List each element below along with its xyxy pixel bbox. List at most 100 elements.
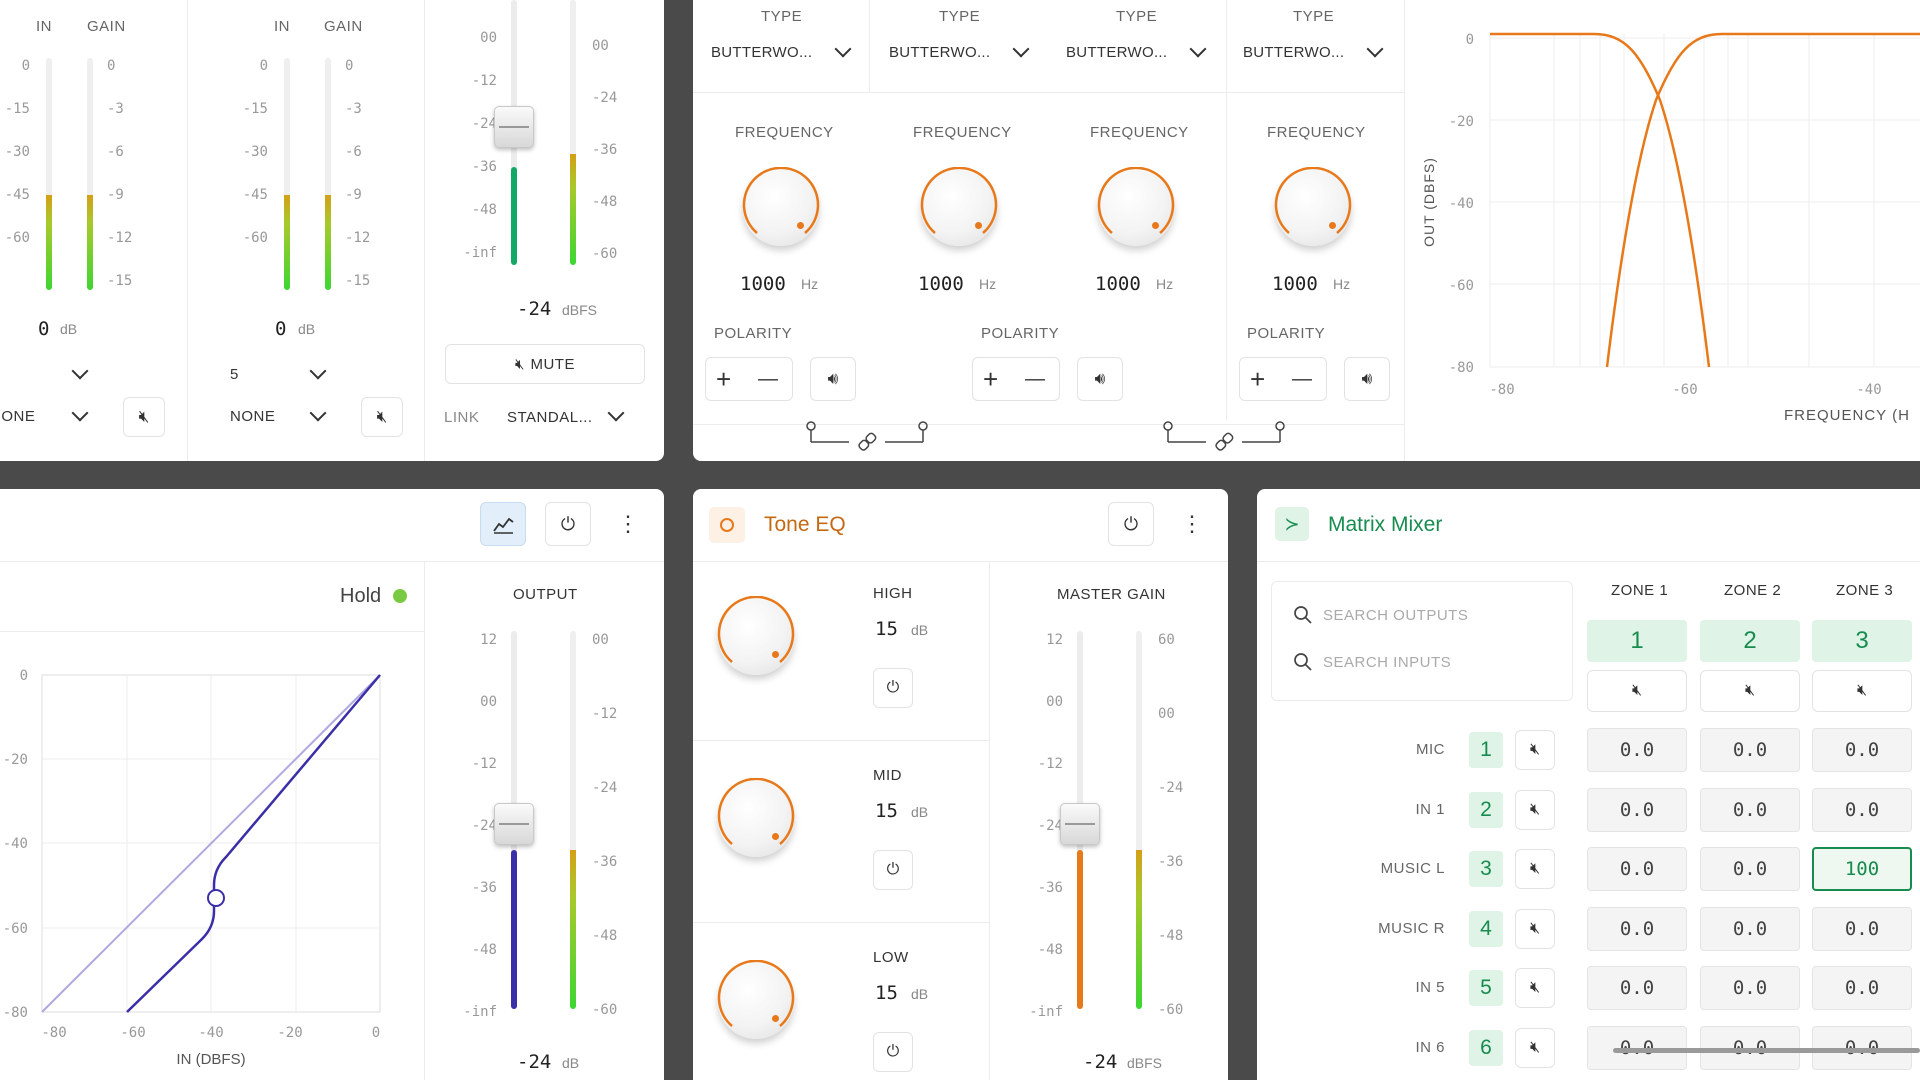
input-mute-button[interactable]: 🔇︎	[1515, 730, 1555, 770]
threshold-handle[interactable]	[207, 889, 225, 907]
input-number[interactable]: 4	[1469, 910, 1503, 947]
ch1-select-2[interactable]: NONE	[0, 402, 100, 432]
matrix-cell[interactable]: 0.0	[1587, 728, 1687, 772]
fader-thumb[interactable]	[494, 803, 534, 845]
search-inputs-placeholder: SEARCH INPUTS	[1323, 654, 1452, 671]
frequency-knob[interactable]	[1097, 167, 1175, 246]
matrix-cell[interactable]: 0.0	[1587, 906, 1687, 951]
matrix-cell[interactable]: 0.0	[1587, 966, 1687, 1010]
link-chain-icon[interactable]	[1162, 418, 1292, 454]
speaker-button[interactable]: 🔊︎	[1077, 357, 1123, 401]
polarity-toggle[interactable]: + —	[705, 357, 793, 401]
ch1-select-1[interactable]	[0, 360, 100, 390]
matrix-cell[interactable]: 0.0	[1700, 906, 1800, 951]
matrix-cell[interactable]: 0.0	[1587, 787, 1687, 832]
polarity-plus[interactable]: +	[716, 364, 731, 395]
matrix-cell[interactable]: 0.0	[1812, 906, 1912, 951]
polarity-toggle[interactable]: + —	[1239, 357, 1327, 401]
mute-button[interactable]: 🔇︎ MUTE	[445, 344, 645, 384]
matrix-cell[interactable]: 0.0	[1812, 728, 1912, 772]
type-select[interactable]: BUTTERWO...	[887, 38, 1037, 68]
tick-label: 0	[345, 58, 354, 74]
xtick: -80	[1489, 382, 1514, 398]
speaker-button[interactable]: 🔊︎	[1344, 357, 1390, 401]
horizontal-scrollbar[interactable]	[1613, 1048, 1920, 1053]
band-power-button[interactable]: ⏻	[873, 1032, 913, 1072]
polarity-plus[interactable]: +	[1250, 364, 1265, 395]
ch2-mute-button[interactable]: 🔇︎	[361, 397, 403, 437]
polarity-minus[interactable]: —	[758, 368, 778, 391]
input-mute-button[interactable]: 🔇︎	[1515, 789, 1555, 830]
input-mute-button[interactable]: 🔇︎	[1515, 968, 1555, 1008]
polarity-toggle[interactable]: + —	[972, 357, 1060, 401]
ch2-select-1[interactable]: 5	[228, 360, 338, 390]
search-outputs[interactable]: SEARCH OUTPUTS	[1293, 601, 1553, 631]
matrix-cell[interactable]: 0.0	[1587, 847, 1687, 891]
zone-mute-button[interactable]: 🔇︎	[1587, 670, 1687, 712]
speaker-button[interactable]: 🔊︎	[810, 357, 856, 401]
power-button[interactable]: ⏻	[1108, 502, 1154, 546]
input-number[interactable]: 3	[1469, 851, 1503, 887]
tick-label: 0	[107, 58, 116, 74]
band-power-button[interactable]: ⏻	[873, 850, 913, 890]
band-knob[interactable]	[717, 960, 795, 1039]
graph-view-button[interactable]	[480, 502, 526, 546]
zone-mute-button[interactable]: 🔇︎	[1700, 670, 1800, 712]
link-chain-icon[interactable]	[805, 418, 935, 454]
ch1-mute-button[interactable]: 🔇︎	[123, 397, 165, 437]
search-icon	[1294, 653, 1312, 671]
tick-label: -36	[471, 880, 497, 896]
zone-number[interactable]: 1	[1587, 620, 1687, 662]
type-select[interactable]: BUTTERWO...	[1064, 38, 1214, 68]
fader-unit: dBFS	[1127, 1055, 1163, 1071]
input-mute-button[interactable]: 🔇︎	[1515, 1027, 1555, 1068]
speaker-icon: 🔊︎	[827, 369, 839, 388]
band-power-button[interactable]: ⏻	[873, 668, 913, 708]
fader-thumb[interactable]	[1060, 803, 1100, 845]
input-number[interactable]: 5	[1469, 970, 1503, 1006]
zone-mute-button[interactable]: 🔇︎	[1812, 670, 1912, 712]
band-knob[interactable]	[717, 778, 795, 857]
frequency-knob[interactable]	[742, 167, 820, 246]
matrix-cell[interactable]: 0.0	[1700, 847, 1800, 891]
input-number[interactable]: 6	[1469, 1029, 1503, 1066]
type-select[interactable]: BUTTERWO...	[709, 38, 859, 68]
select-value: NONE	[230, 408, 276, 425]
type-select[interactable]: BUTTERWO...	[1241, 38, 1391, 68]
matrix-cell[interactable]: 0.0	[1700, 728, 1800, 772]
matrix-cell[interactable]: 0.0	[1812, 966, 1912, 1010]
matrix-cell[interactable]: 0.0	[1812, 787, 1912, 832]
speaker-mute-icon: 🔇︎	[1631, 682, 1643, 699]
link-select[interactable]: STANDAL...	[505, 402, 635, 432]
frequency-knob[interactable]	[920, 167, 998, 246]
matrix-cell[interactable]: 100	[1812, 847, 1912, 891]
ch2-select-2[interactable]: NONE	[228, 402, 338, 432]
more-menu-icon[interactable]: ⋮	[1181, 509, 1203, 539]
type-label: TYPE	[939, 8, 981, 25]
power-button[interactable]: ⏻	[545, 502, 591, 546]
input-mute-button[interactable]: 🔇︎	[1515, 908, 1555, 949]
polarity-plus[interactable]: +	[983, 364, 998, 395]
input-number[interactable]: 1	[1469, 732, 1503, 768]
polarity-minus[interactable]: —	[1025, 368, 1045, 391]
select-value: 5	[230, 366, 239, 383]
polarity-minus[interactable]: —	[1292, 368, 1312, 391]
frequency-label: FREQUENCY	[735, 124, 834, 141]
input-number[interactable]: 2	[1469, 791, 1503, 828]
speaker-mute-icon: 🔇︎	[1529, 979, 1541, 996]
more-menu-icon[interactable]: ⋮	[617, 509, 639, 539]
type-label: TYPE	[1116, 8, 1158, 25]
zone-number[interactable]: 2	[1700, 620, 1800, 662]
knob-indicator	[1329, 222, 1336, 229]
master-gain-label: MASTER GAIN	[1057, 586, 1166, 603]
fader-thumb[interactable]	[494, 106, 534, 148]
frequency-knob[interactable]	[1274, 167, 1352, 246]
speaker-mute-icon: 🔇︎	[1529, 1038, 1541, 1056]
matrix-cell[interactable]: 0.0	[1700, 966, 1800, 1010]
band-knob[interactable]	[717, 596, 795, 675]
zone-number[interactable]: 3	[1812, 620, 1912, 662]
knob-indicator	[772, 833, 779, 840]
search-inputs[interactable]: SEARCH INPUTS	[1293, 648, 1553, 678]
input-mute-button[interactable]: 🔇︎	[1515, 849, 1555, 889]
matrix-cell[interactable]: 0.0	[1700, 787, 1800, 832]
